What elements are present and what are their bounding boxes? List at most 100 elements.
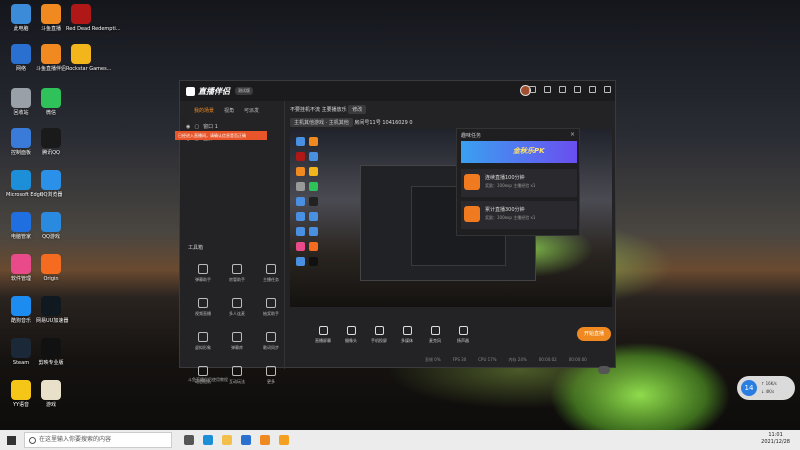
help-link[interactable]: 斗鱼直播伴侣使用教程 <box>188 377 228 383</box>
source-button[interactable]: 手机投屏 <box>365 326 393 344</box>
shortcut-label: QQ游戏 <box>42 234 60 240</box>
tool-item[interactable]: 弹幕助手 <box>186 261 220 291</box>
tool-item[interactable]: 主播任务 <box>254 261 288 291</box>
event-banner[interactable]: 金秋乐PK <box>461 141 577 163</box>
maximize-icon[interactable] <box>589 86 596 93</box>
desktop-shortcut[interactable]: 此电脑 <box>6 4 36 32</box>
app-icon <box>11 296 31 316</box>
desktop-shortcut[interactable]: Steam <box>6 338 36 366</box>
logo-icon <box>186 86 195 96</box>
desktop-shortcut[interactable]: 网易UU加速器 <box>36 296 68 324</box>
tool-item[interactable]: 房管助手 <box>220 261 254 291</box>
tool-item[interactable]: 虚拟形象 <box>186 329 220 359</box>
eye-icon[interactable]: ◉ <box>186 124 190 130</box>
shortcut-label: Steam <box>12 360 30 366</box>
tool-icon <box>266 298 276 308</box>
app-icon <box>11 380 31 400</box>
toolbox-title: 工具箱 <box>188 245 204 251</box>
message-icon[interactable] <box>529 86 536 93</box>
source-button[interactable]: 摄像头 <box>337 326 365 344</box>
tab-view[interactable]: 视角 <box>224 107 234 114</box>
app-icon <box>41 380 61 400</box>
tool-item[interactable]: 多人连麦 <box>220 295 254 325</box>
tool-item[interactable]: 弹幕库 <box>220 329 254 359</box>
minimize-icon[interactable] <box>574 86 581 93</box>
explorer-icon[interactable] <box>222 435 232 445</box>
windows-icon <box>6 435 16 445</box>
tool-item[interactable]: 抽奖助手 <box>254 295 288 325</box>
start-live-button[interactable]: 开始直播 <box>577 327 611 341</box>
app-icon <box>11 44 31 64</box>
close-icon[interactable]: × <box>570 131 575 138</box>
tool-item[interactable]: 视频直播 <box>186 295 220 325</box>
desktop-shortcut[interactable]: Origin <box>36 254 66 282</box>
desktop-shortcut[interactable]: 微信 <box>36 88 66 116</box>
shortcut-label: 电脑管家 <box>10 234 31 240</box>
status-item: 00:00:02 <box>538 357 557 362</box>
status-bar: 丢帧 0% FPS 30 CPU 17% 内存 24% 00:00:02 00:00:00 <box>285 357 617 367</box>
douyu-icon[interactable] <box>260 435 270 445</box>
category-tag[interactable]: 主机其他游戏 · 主机其他 <box>290 118 353 127</box>
desktop-shortcut[interactable]: QQ游戏 <box>36 212 66 240</box>
desktop-shortcut[interactable]: 斗鱼直播伴侣 <box>36 44 66 72</box>
desktop-shortcut[interactable]: 剪映专业版 <box>36 338 66 366</box>
source-button[interactable]: 直播屏幕 <box>309 326 337 344</box>
tab-dispatch[interactable]: 可派发 <box>244 107 259 114</box>
app-icon <box>41 338 61 358</box>
close-icon[interactable] <box>604 86 611 93</box>
source-button[interactable]: 多媒体 <box>393 326 421 344</box>
tool-item[interactable]: 歌词同步 <box>254 329 288 359</box>
edit-title-button[interactable]: 修改 <box>348 105 367 114</box>
desktop-icons: 此电脑 斗鱼直播 Red Dead Redempti... 网络 斗鱼直播伴侣 Rocks… <box>0 0 121 430</box>
desktop-shortcut[interactable]: 游戏 <box>36 380 66 408</box>
stream-title: 不要挂机不流 主要播放乐 <box>290 107 347 113</box>
scene-panel: 我的场景 视角 可派发 ◉▢窗口 1 ◉▢全屏 1 工具箱 弹幕助手房管助手主播… <box>180 101 288 384</box>
tool-item[interactable]: 更多 <box>254 363 288 393</box>
edge-icon[interactable] <box>203 435 213 445</box>
desktop-shortcut[interactable]: 回收站 <box>6 88 36 116</box>
desktop-shortcut[interactable]: Microsoft Edge <box>6 170 43 198</box>
preview-notice-bar: 已经进入直播间，请确认信息是否正确 <box>175 131 267 140</box>
desktop-shortcut[interactable]: Red Dead Redempti... <box>66 4 121 32</box>
task-item[interactable]: 累计直播300分钟 奖励：100exp 主播经验 x1 <box>461 201 577 229</box>
desktop-shortcut[interactable]: 斗鱼直播 <box>36 4 66 32</box>
task-view-icon[interactable] <box>184 435 194 445</box>
start-button[interactable] <box>0 430 22 450</box>
preview-toggle[interactable] <box>598 366 610 374</box>
desktop-shortcut[interactable]: Rockstar Games... <box>66 44 112 72</box>
desktop-shortcut[interactable]: 酷狗音乐 <box>6 296 36 324</box>
desktop-shortcut[interactable]: 腾讯QQ <box>36 128 66 156</box>
task-panel-title: 趣味任务 <box>461 133 482 139</box>
shortcut-label: 游戏 <box>45 402 56 408</box>
title-bar: 直播伴侣 测试版 <box>180 81 615 101</box>
task-item[interactable]: 连续直播100分钟 奖励：100exp 主播经验 x1 <box>461 169 577 197</box>
desktop-shortcut[interactable]: QQ浏览器 <box>36 170 66 198</box>
clock[interactable]: 11:01 2021/12/28 <box>761 432 790 446</box>
desktop-shortcut[interactable]: YY语音 <box>6 380 36 408</box>
companion-icon[interactable] <box>279 435 289 445</box>
menu-icon[interactable] <box>559 86 566 93</box>
source-button[interactable]: 扬声器 <box>449 326 477 344</box>
app-icon <box>41 44 61 64</box>
app-icon <box>71 4 91 24</box>
source-toolbar: 直播屏幕 摄像头 手机投屏 多媒体 麦克风 扬声器 开始直播 <box>285 319 617 351</box>
lock-icon[interactable]: ▢ <box>194 124 199 130</box>
app-icon <box>11 212 31 232</box>
tool-icon <box>232 332 242 342</box>
status-item: CPU 17% <box>478 357 497 362</box>
settings-icon[interactable] <box>544 86 551 93</box>
speed-widget[interactable]: 14 ↑ 16K/s ↓ 4K/s <box>737 376 795 400</box>
desktop-shortcut[interactable]: 软件管理 <box>6 254 36 282</box>
desktop-shortcut[interactable]: 电脑管家 <box>6 212 36 240</box>
search-input[interactable]: 在这里输入你要搜索的内容 <box>24 432 172 448</box>
source-icon <box>402 326 412 335</box>
source-button[interactable]: 麦克风 <box>421 326 449 344</box>
tab-my-scenes[interactable]: 我的场景 <box>194 107 214 114</box>
shortcut-label: 微信 <box>45 110 56 116</box>
version-badge: 测试版 <box>235 87 253 95</box>
desktop-shortcut[interactable]: 控制面板 <box>6 128 36 156</box>
store-icon[interactable] <box>241 435 251 445</box>
desktop-shortcut[interactable]: 网络 <box>6 44 36 72</box>
tool-icon <box>198 366 208 376</box>
scene-item[interactable]: ◉ ▢ 窗口 1 <box>186 123 218 131</box>
